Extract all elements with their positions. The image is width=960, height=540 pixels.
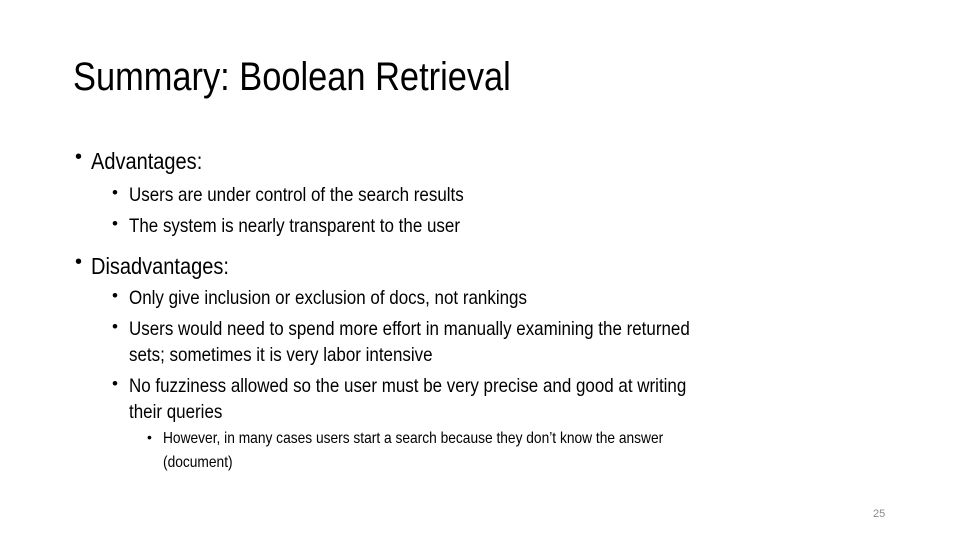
- page-number: 25: [873, 508, 886, 520]
- bullet-icon: •: [147, 429, 152, 445]
- list-item: Only give inclusion or exclusion of docs…: [129, 287, 527, 309]
- bullet-icon: •: [112, 317, 118, 336]
- bullet-icon: •: [112, 183, 118, 202]
- list-item-continuation: sets; sometimes it is very labor intensi…: [129, 344, 433, 366]
- slide-title: Summary: Boolean Retrieval: [73, 55, 511, 99]
- slide: Summary: Boolean Retrieval • Advantages:…: [0, 0, 960, 540]
- list-item-continuation: their queries: [129, 401, 223, 423]
- list-item: Users are under control of the search re…: [129, 184, 464, 206]
- bullet-icon: •: [112, 374, 118, 393]
- bullet-icon: •: [112, 286, 118, 305]
- bullet-icon: •: [75, 146, 83, 168]
- section-heading-disadvantages: Disadvantages:: [91, 253, 229, 279]
- bullet-icon: •: [112, 214, 118, 233]
- bullet-icon: •: [75, 251, 83, 273]
- section-heading-advantages: Advantages:: [91, 148, 203, 174]
- list-item: No fuzziness allowed so the user must be…: [129, 375, 687, 397]
- sub-list-item: However, in many cases users start a sea…: [163, 430, 664, 447]
- sub-list-item-continuation: (document): [163, 454, 233, 471]
- list-item: Users would need to spend more effort in…: [129, 318, 690, 340]
- list-item: The system is nearly transparent to the …: [129, 215, 460, 237]
